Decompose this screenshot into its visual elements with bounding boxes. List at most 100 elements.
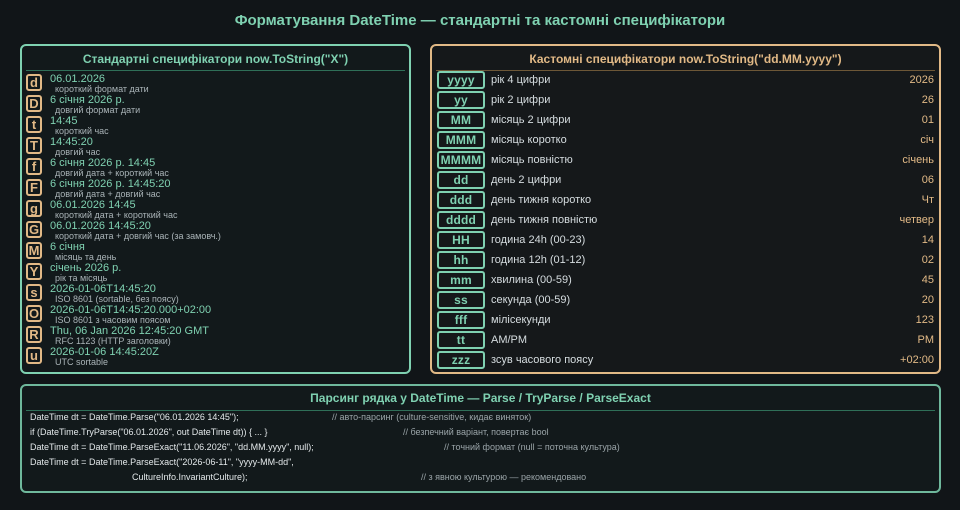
custom-example-value: січень — [902, 154, 934, 166]
custom-description: година 24h (00-23) — [491, 234, 586, 246]
code-line: DateTime dt = DateTime.Parse("06.01.2026… — [30, 411, 930, 424]
custom-example-value: 02 — [921, 254, 934, 266]
specifier-key-badge: Y — [26, 263, 42, 280]
standard-specifier-row: u 2026-01-06 14:45:20Z UTC sortable — [26, 346, 406, 367]
custom-description: місяць повністю — [491, 154, 573, 166]
custom-example-value: 06 — [921, 174, 934, 186]
custom-key-badge: hh — [437, 251, 485, 269]
custom-specifier-row: mm хвилина (00-59) 45 — [436, 271, 936, 289]
specifier-description: ISO 8601 (sortable, без поясу) — [55, 294, 179, 304]
standard-specifier-row: t 14:45 короткий час — [26, 115, 406, 136]
custom-example-value: 26 — [921, 94, 934, 106]
custom-description: AM/PM — [491, 334, 528, 346]
specifier-key-badge: G — [26, 221, 42, 238]
custom-example-value: 01 — [921, 114, 934, 126]
parsing-panel-heading: Парсинг рядка у DateTime — Parse / TryPa… — [310, 391, 651, 405]
custom-specifier-row: fff мілісекунди 123 — [436, 311, 936, 329]
custom-example-value: 123 — [915, 314, 934, 326]
specifier-description: довгий дата + короткий час — [55, 168, 169, 178]
custom-specifier-row: tt AM/PM PM — [436, 331, 936, 349]
standard-specifier-row: T 14:45:20 довгий час — [26, 136, 406, 157]
custom-specifier-row: yyyy рік 4 цифри 2026 — [436, 71, 936, 89]
standard-specifier-row: f6 січня 2026 р. 14:45 довгий дата + коро… — [26, 157, 406, 178]
custom-example-value: 14 — [921, 234, 934, 246]
code-comment: // точний формат (null = поточна культур… — [444, 442, 620, 452]
custom-specifier-row: hh година 12h (01-12) 02 — [436, 251, 936, 269]
standard-heading-divider — [26, 70, 405, 71]
custom-key-badge: yyyy — [437, 71, 485, 89]
custom-example-value: четвер — [899, 214, 934, 226]
specifier-key-badge: d — [26, 74, 42, 91]
specifier-description: рік та місяць — [55, 273, 108, 283]
custom-key-badge: HH — [437, 231, 485, 249]
custom-specifier-row: ddd день тижня коротко Чт — [436, 191, 936, 209]
custom-key-badge: dddd — [437, 211, 485, 229]
standard-panel-heading: Стандартні специфікатори now.ToString("X… — [82, 52, 349, 66]
specifier-description: короткий час — [55, 126, 109, 136]
custom-description: зсув часового поясу — [491, 354, 594, 366]
code-statement: CultureInfo.InvariantCulture); — [132, 472, 248, 482]
custom-specifier-row: dddd день тижня повністю четвер — [436, 211, 936, 229]
specifier-key-badge: T — [26, 137, 42, 154]
custom-specifier-row: MM місяць 2 цифри 01 — [436, 111, 936, 129]
specifier-key-badge: F — [26, 179, 42, 196]
custom-specifier-row: yy рік 2 цифри 26 — [436, 91, 936, 109]
specifier-description: короткий дата + короткий час — [55, 210, 178, 220]
code-line: DateTime dt = DateTime.ParseExact("11.06… — [30, 441, 930, 454]
custom-key-badge: zzz — [437, 351, 485, 369]
custom-example-value: 2026 — [909, 74, 934, 86]
specifier-key-badge: R — [26, 326, 42, 343]
specifier-key-badge: u — [26, 347, 42, 364]
custom-key-badge: MMM — [437, 131, 485, 149]
specifier-description: довгий формат дати — [55, 105, 141, 115]
custom-specifier-row: ss секунда (00-59) 20 — [436, 291, 936, 309]
specifier-key-badge: f — [26, 158, 42, 175]
custom-panel-heading: Кастомні специфікатори now.ToString("dd.… — [529, 52, 842, 66]
specifier-description: UTC sortable — [55, 357, 109, 367]
custom-description: день 2 цифри — [491, 174, 562, 186]
specifier-description: місяць та день — [55, 252, 117, 262]
custom-key-badge: ddd — [437, 191, 485, 209]
custom-description: рік 2 цифри — [491, 94, 551, 106]
standard-specifiers-panel: Стандартні специфікатори now.ToString("X… — [20, 44, 411, 374]
code-comment: // безпечний варіант, повертає bool — [403, 427, 549, 437]
specifier-key-badge: O — [26, 305, 42, 322]
custom-description: місяць коротко — [491, 134, 567, 146]
custom-description: місяць 2 цифри — [491, 114, 571, 126]
code-statement: DateTime dt = DateTime.ParseExact("2026-… — [30, 457, 294, 467]
custom-description: мілісекунди — [491, 314, 551, 326]
page-title: Форматування DateTime — стандартні та ка… — [234, 12, 726, 29]
standard-specifier-row: s 2026-01-06T14:45:20 ISO 8601 (sortable, … — [26, 283, 406, 304]
custom-description: рік 4 цифри — [491, 74, 551, 86]
code-comment: // авто-парсинг (culture-sensitive, кида… — [332, 412, 532, 422]
custom-description: хвилина (00-59) — [491, 274, 572, 286]
specifier-key-badge: s — [26, 284, 42, 301]
specifier-description: ISO 8601 з часовим поясом — [55, 315, 171, 325]
custom-key-badge: MMMM — [437, 151, 485, 169]
standard-specifier-row: Yсічень 2026 р. рік та місяць — [26, 262, 406, 283]
custom-description: година 12h (01-12) — [491, 254, 586, 266]
custom-description: день тижня коротко — [491, 194, 592, 206]
custom-specifier-row: MMMM місяць повністю січень — [436, 151, 936, 169]
specifier-description: довгий час — [55, 147, 101, 157]
parsing-panel: Парсинг рядка у DateTime — Parse / TryPa… — [20, 384, 941, 493]
standard-specifier-row: D6 січня 2026 р. довгий формат дати — [26, 94, 406, 115]
custom-specifier-row: MMM місяць коротко січ — [436, 131, 936, 149]
custom-example-value: +02:00 — [900, 354, 934, 366]
custom-example-value: PM — [917, 334, 935, 346]
standard-specifier-row: M6 січня місяць та день — [26, 241, 406, 262]
standard-specifier-row: g 06.01.2026 14:45 короткий дата + коротки… — [26, 199, 406, 220]
specifier-key-badge: t — [26, 116, 42, 133]
code-comment: // з явною культурою — рекомендовано — [421, 472, 587, 482]
custom-example-value: січ — [920, 134, 934, 146]
code-statement: DateTime dt = DateTime.ParseExact("11.06… — [30, 442, 314, 452]
specifier-description: короткий формат дати — [55, 84, 149, 94]
code-line: CultureInfo.InvariantCulture); // з явною… — [30, 471, 930, 484]
custom-specifier-row: HH година 24h (00-23) 14 — [436, 231, 936, 249]
custom-description: секунда (00-59) — [491, 294, 571, 306]
specifier-description: RFC 1123 (HTTP заголовки) — [55, 336, 171, 346]
custom-key-badge: ss — [437, 291, 485, 309]
specifier-description: короткий дата + довгий час (за замовч.) — [55, 231, 221, 241]
specifier-description: довгий дата + довгий час — [55, 189, 161, 199]
custom-specifiers-panel: Кастомні специфікатори now.ToString("dd.… — [430, 44, 941, 374]
